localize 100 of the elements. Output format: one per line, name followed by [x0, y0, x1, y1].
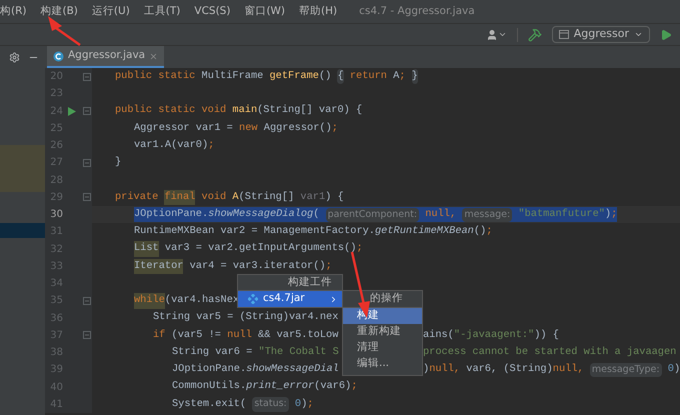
parameter-hint: messageType:	[590, 362, 662, 377]
selection-band	[0, 223, 45, 238]
code-token: }	[115, 155, 122, 170]
caret-icon	[634, 30, 643, 39]
code-token: ()	[474, 224, 486, 240]
code-token: print_error	[246, 379, 314, 394]
run-config-dropdown[interactable]: Aggressor	[552, 26, 650, 43]
code-token: (var5 !=	[170, 328, 222, 343]
code-token: (String[] var0) {	[257, 103, 362, 118]
code-token: ()	[318, 68, 332, 84]
menu-item[interactable]: VCS(S)	[194, 4, 244, 20]
popup-item-label: cs4.7jar	[263, 291, 306, 306]
code-token: var1.A(var0)	[134, 138, 208, 153]
code-token: getRuntimeMXBean	[375, 224, 474, 240]
submenu-item[interactable]: 清理	[343, 340, 422, 356]
code-token: "batmanfuture"	[517, 206, 605, 222]
code-token: var6, (String)	[466, 362, 553, 378]
code-token: JOptionPane.	[134, 206, 208, 222]
highlight-band	[0, 145, 45, 192]
code-token: void	[200, 190, 228, 205]
code-token: ;	[208, 138, 214, 153]
code-token: var3 = var2.getInputArguments()	[164, 241, 356, 256]
code-token: }	[412, 68, 418, 84]
fold-icon[interactable]	[82, 72, 90, 81]
parameter-hint: status:	[252, 397, 289, 412]
code-token: {	[337, 68, 344, 84]
line-number: 30	[49, 208, 63, 222]
code-token: )	[301, 396, 308, 412]
code-token: MultiFrame	[202, 68, 264, 84]
menu-item[interactable]: 帮助(H)	[299, 4, 352, 20]
code-token: main	[232, 103, 258, 118]
code-token: ;	[307, 396, 314, 412]
code-token: System.exit(	[172, 396, 248, 412]
code-token: process cannot be started with a javaagen	[423, 344, 676, 360]
close-icon[interactable]	[149, 52, 158, 60]
code-token: ;	[356, 241, 363, 256]
submenu-item[interactable]: 重新构建	[343, 324, 422, 340]
code-token: List	[134, 241, 159, 257]
user-icon[interactable]	[486, 28, 507, 40]
code-token: null,	[429, 362, 462, 378]
code-token: )	[674, 362, 680, 378]
popup-item[interactable]: cs4.7jar	[238, 291, 342, 307]
run-icon[interactable]	[660, 28, 672, 40]
run-icon[interactable]	[68, 106, 76, 116]
code-token: (var6)	[314, 379, 352, 394]
code-token: while	[134, 293, 165, 309]
fold-icon[interactable]	[82, 107, 90, 116]
code-token: final	[164, 190, 196, 206]
tab-label: Aggressor.java	[68, 48, 146, 64]
code-token: getFrame	[270, 68, 319, 84]
code-token: Aggressor()	[262, 120, 332, 136]
code-token: "-javaagent:"	[454, 328, 534, 343]
code-token: if	[153, 328, 166, 343]
code-token: ;	[399, 68, 406, 84]
code-token: ;	[611, 206, 618, 222]
settings-icon[interactable]	[8, 52, 20, 62]
class-icon	[53, 50, 64, 62]
code-token: String var6 =	[172, 344, 254, 360]
code-token: )	[423, 362, 430, 378]
code-token: private	[115, 190, 160, 205]
artifact-icon	[248, 294, 258, 304]
code-token: public static	[115, 68, 196, 84]
code-token: showMessageDialog	[208, 206, 314, 222]
code-token: "The Cobalt S	[258, 344, 339, 360]
parameter-hint: parentComponent:	[326, 208, 420, 222]
menu-item[interactable]: 构建(B)	[40, 4, 92, 20]
code-token: )) {	[534, 328, 559, 343]
code-token: && var5.toLow	[257, 328, 338, 343]
code-token: A	[392, 68, 400, 84]
parameter-hint: message:	[462, 208, 512, 222]
menu-item[interactable]: 构(R)	[0, 4, 40, 20]
code-token: showMessageDial	[246, 362, 339, 378]
code-token: Iterator	[134, 258, 184, 274]
editor-tab[interactable]: Aggressor.java	[47, 46, 164, 68]
code-token: Aggressor var1 =	[134, 120, 234, 136]
code-token: null	[227, 328, 252, 343]
menu-item[interactable]: 工具(T)	[144, 4, 194, 20]
annotation-arrow	[48, 16, 81, 46]
code-token: ;	[332, 120, 338, 136]
code-token: A	[232, 190, 239, 205]
fold-icon[interactable]	[82, 331, 90, 340]
code-token: ;	[326, 258, 332, 274]
menu-item[interactable]: 窗口(W)	[244, 4, 300, 20]
build-icon[interactable]	[528, 28, 542, 42]
code-token: ains(	[423, 328, 454, 343]
code-token: ;	[351, 379, 358, 394]
code-token: CommonUtils.	[172, 379, 246, 394]
fold-icon[interactable]	[82, 296, 90, 305]
code-token: null,	[552, 362, 585, 378]
code-token: (var4.hasNex	[164, 293, 240, 308]
code-token: ;	[486, 224, 492, 240]
submenu-item[interactable]: 编辑...	[343, 356, 422, 372]
menu-item[interactable]: 运行(U)	[92, 4, 144, 20]
code-token: )	[604, 206, 612, 222]
code-token: RuntimeMXBean var2 = ManagementFactory.	[134, 224, 375, 240]
fold-icon[interactable]	[82, 158, 90, 167]
code-token: ) {	[325, 190, 344, 205]
fold-icon[interactable]	[82, 193, 90, 202]
code-token: JOptionPane.	[172, 362, 246, 378]
code-token: return	[348, 68, 387, 84]
